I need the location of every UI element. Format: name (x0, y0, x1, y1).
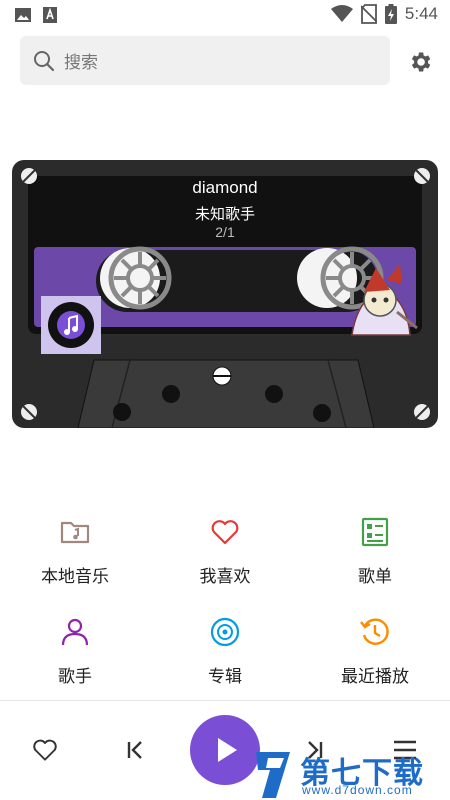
playlist-icon (361, 517, 389, 547)
menu-playlists[interactable]: 歌单 (300, 510, 450, 590)
track-title: diamond (192, 178, 258, 197)
search-input[interactable]: 搜索 (64, 48, 98, 73)
image-icon (15, 8, 31, 22)
left-reel (100, 246, 172, 310)
track-index: 2/1 (215, 224, 235, 240)
screw-bottom-left (21, 404, 37, 420)
heart-outline-icon (33, 739, 57, 761)
menu-label: 歌单 (358, 567, 392, 586)
menu-local-music[interactable]: 本地音乐 (0, 510, 150, 590)
menu-artists[interactable]: 歌手 (0, 610, 150, 690)
favorite-button[interactable] (28, 733, 62, 767)
cassette-player[interactable] (12, 160, 438, 428)
person-icon (61, 618, 89, 646)
menu-label: 专辑 (208, 667, 242, 686)
gear-icon (411, 52, 431, 72)
menu-label: 歌手 (58, 667, 92, 686)
status-time: 5:44 (404, 4, 438, 23)
settings-button[interactable] (404, 46, 436, 78)
previous-button[interactable] (120, 735, 150, 765)
wifi-icon (330, 5, 353, 22)
track-artist: 未知歌手 (194, 206, 255, 223)
battery-charging-icon (384, 4, 397, 24)
menu-recent[interactable]: 最近播放 (300, 610, 450, 690)
skip-previous-icon (127, 741, 142, 759)
history-icon (360, 618, 389, 645)
menu-albums[interactable]: 专辑 (150, 610, 300, 690)
watermark-url: www.d7down.com (302, 783, 413, 797)
status-bar: 5:44 (0, 0, 450, 30)
play-icon (218, 738, 237, 762)
menu-favorites[interactable]: 我喜欢 (150, 510, 300, 590)
folder-music-icon (60, 521, 90, 544)
disc-icon (210, 617, 240, 647)
heart-icon (211, 520, 239, 545)
album-art-thumbnail[interactable] (41, 296, 101, 354)
no-sim-icon (360, 4, 377, 24)
screw-bottom-right (414, 404, 430, 420)
menu-label: 本地音乐 (41, 567, 109, 586)
menu-label: 最近播放 (341, 667, 409, 686)
vinyl-music-note-icon (48, 302, 94, 348)
font-icon (43, 7, 57, 23)
search-icon (34, 50, 55, 71)
menu-label: 我喜欢 (199, 567, 251, 586)
search-bar[interactable]: 搜索 (20, 36, 390, 85)
